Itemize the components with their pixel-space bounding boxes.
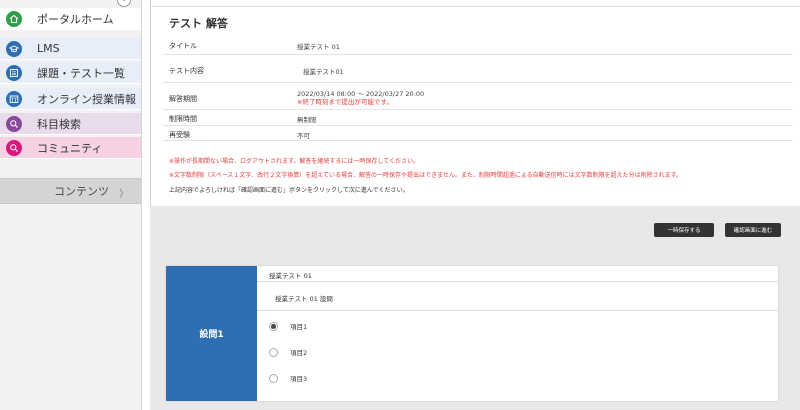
info-label: タイトル bbox=[169, 42, 197, 50]
info-row-content: テスト内容 授業テスト01 bbox=[163, 55, 793, 83]
period-note: ※終了時刻まで提出が可能です。 bbox=[297, 98, 393, 106]
radio-button[interactable] bbox=[269, 347, 278, 357]
action-bar: 一時保存する 確認画面に進む bbox=[150, 215, 800, 247]
info-value: 無制限 bbox=[297, 116, 317, 124]
sidebar-item-label: オンライン授業情報 bbox=[37, 92, 136, 106]
info-value: 授業テスト01 bbox=[303, 68, 344, 76]
sidebar-item-label: コミュニティ bbox=[37, 141, 103, 155]
info-label: 再受験 bbox=[169, 131, 190, 139]
option-label: 項目2 bbox=[290, 349, 308, 357]
info-value: 授業テスト 01 bbox=[297, 43, 340, 51]
page-title: テスト 解答 bbox=[169, 17, 228, 30]
divider bbox=[257, 310, 778, 311]
answer-option-1[interactable]: 項目1 bbox=[269, 321, 307, 331]
sidebar-item-course-search[interactable]: 科目検索 bbox=[0, 113, 141, 135]
calendar-icon bbox=[6, 90, 22, 107]
main-content: テスト 解答 タイトル 授業テスト 01 テスト内容 授業テスト01 解答期間 … bbox=[150, 0, 800, 410]
sidebar-item-label: LMS bbox=[37, 42, 60, 55]
instruction-text: 上記内容でよろしければ「確認画面に進む」ボタンをクリックして次に進んでください。 bbox=[169, 187, 409, 194]
test-info-panel: テスト 解答 タイトル 授業テスト 01 テスト内容 授業テスト01 解答期間 … bbox=[150, 0, 800, 206]
header-strip bbox=[151, 0, 800, 7]
sidebar: ‹ ポータルホーム LMS 課題・テスト一覧 オンライン授業情報 科目検索 コミ… bbox=[0, 0, 142, 410]
answer-option-2[interactable]: 項目2 bbox=[269, 347, 307, 357]
graduation-cap-icon bbox=[6, 40, 22, 57]
temp-save-button[interactable]: 一時保存する bbox=[654, 223, 714, 237]
sidebar-item-label: ポータルホーム bbox=[37, 12, 114, 26]
question-card: 設問1 授業テスト 01 授業テスト 01 設問 項目1 項目2 項目3 bbox=[166, 266, 778, 401]
list-icon bbox=[6, 64, 22, 81]
sidebar-item-label: 課題・テスト一覧 bbox=[37, 66, 125, 80]
community-search-icon bbox=[6, 139, 22, 156]
warning-text: ※文字数制限（スペース１文字、改行２文字換算）を超えている場合、解答の一時保存や… bbox=[169, 172, 683, 179]
info-row-time-limit: 制限時間 無制限 bbox=[163, 110, 793, 126]
warning-text: ※操作が長期間ない場合、ログアウトされます。解答を継続するには一時保存してくださ… bbox=[169, 158, 420, 165]
info-label: 解答期間 bbox=[169, 95, 197, 103]
sidebar-item-online-classes[interactable]: オンライン授業情報 bbox=[0, 88, 141, 110]
info-label: テスト内容 bbox=[169, 67, 204, 75]
collapse-sidebar-button[interactable]: ‹ bbox=[117, 0, 131, 7]
chevron-right-icon: 〉 bbox=[119, 189, 129, 200]
confirm-button[interactable]: 確認画面に進む bbox=[725, 223, 781, 237]
sidebar-content-menu[interactable]: コンテンツ 〉 bbox=[0, 178, 141, 204]
info-value: 不可 bbox=[297, 132, 310, 140]
home-icon bbox=[6, 10, 22, 27]
answer-option-3[interactable]: 項目3 bbox=[269, 373, 307, 383]
radio-button-selected[interactable] bbox=[269, 321, 278, 331]
question-number: 設問1 bbox=[199, 330, 224, 340]
question-label-block: 設問1 bbox=[166, 266, 257, 401]
info-row-retake: 再受験 不可 bbox=[163, 126, 793, 141]
info-row-period: 解答期間 2022/03/14 08:00 ～ 2022/03/27 20:00… bbox=[163, 83, 793, 110]
question-title: 授業テスト 01 bbox=[269, 272, 312, 280]
sidebar-item-lms[interactable]: LMS bbox=[0, 38, 141, 60]
question-text: 授業テスト 01 設問 bbox=[275, 295, 333, 303]
info-row-title: タイトル 授業テスト 01 bbox=[163, 33, 793, 55]
divider bbox=[257, 281, 778, 282]
info-label: 制限時間 bbox=[169, 115, 197, 123]
sidebar-item-label: 科目検索 bbox=[37, 117, 81, 131]
sidebar-item-community[interactable]: コミュニティ bbox=[0, 137, 141, 159]
content-menu-label: コンテンツ bbox=[54, 185, 109, 198]
option-label: 項目3 bbox=[290, 375, 308, 383]
option-label: 項目1 bbox=[290, 323, 308, 331]
sidebar-item-assignments[interactable]: 課題・テスト一覧 bbox=[0, 62, 141, 84]
radio-button[interactable] bbox=[269, 373, 278, 383]
search-icon bbox=[6, 115, 22, 132]
sidebar-item-portal-home[interactable]: ポータルホーム bbox=[0, 8, 141, 30]
